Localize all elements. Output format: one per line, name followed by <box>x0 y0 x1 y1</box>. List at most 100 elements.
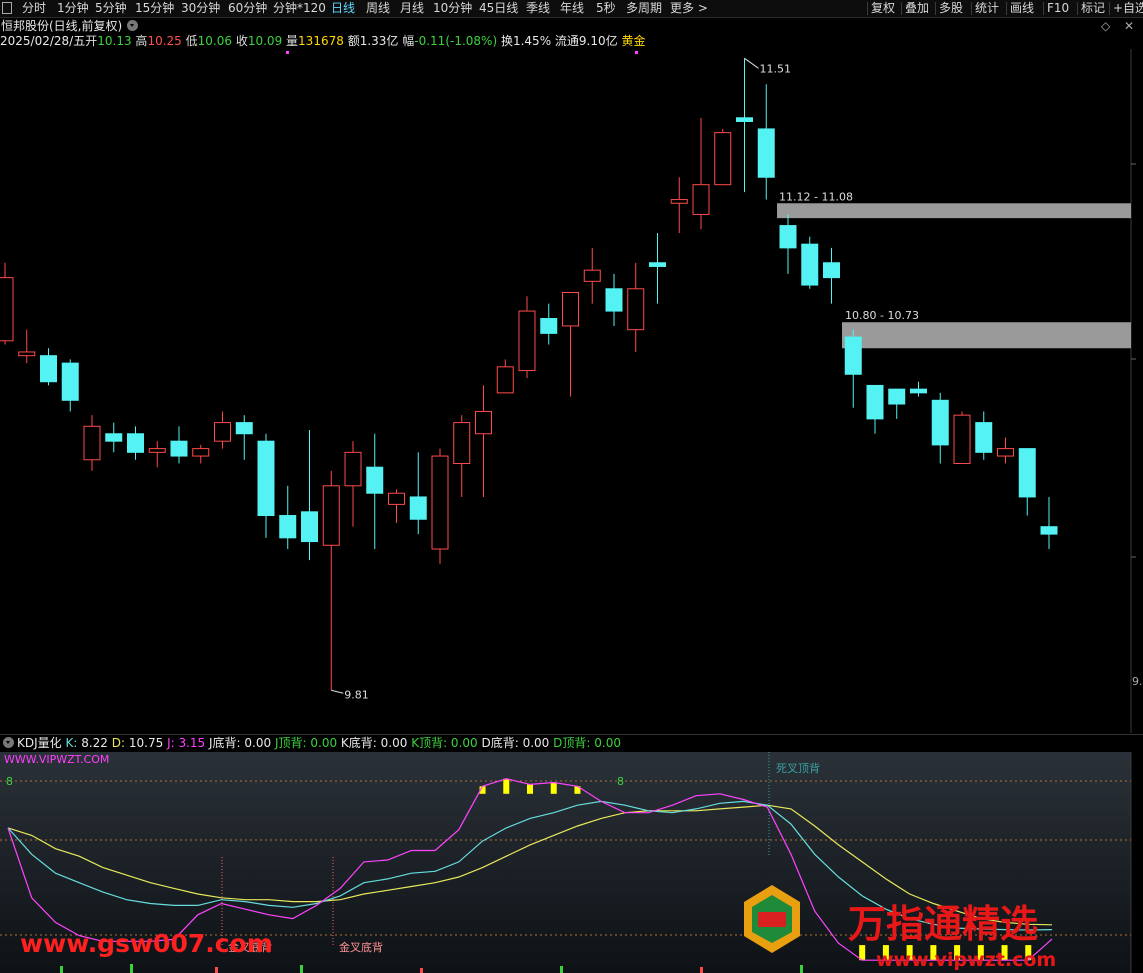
indicator-menu-icon[interactable] <box>3 737 14 748</box>
toolbar-divider <box>935 2 936 15</box>
site-label: WWW.VIPWZT.COM <box>4 753 109 766</box>
quote-date: 2025/02/28/五 <box>0 34 86 48</box>
period-tab[interactable]: 周线 <box>366 0 390 16</box>
candlestick-chart[interactable]: 9. 11.12 - 11.08 10.80 - 10.73 11.51 9.81 <box>0 49 1143 733</box>
toolbar-button[interactable]: 叠加 <box>905 0 929 16</box>
candle-body <box>975 422 993 453</box>
candle-body <box>518 310 536 372</box>
change-label: 幅 <box>402 34 415 48</box>
high-label: 高 <box>135 34 148 48</box>
j-value: 3.15 <box>178 736 206 750</box>
candle-body <box>322 485 340 546</box>
candle-body <box>453 422 471 464</box>
candle-body <box>235 422 253 435</box>
close-icon[interactable]: ✕ <box>1124 18 1134 34</box>
period-tab[interactable]: 5秒 <box>596 0 616 16</box>
diamond-icon[interactable]: ◇ <box>1101 18 1110 34</box>
period-tab[interactable]: 日线 <box>331 0 355 16</box>
candle-body <box>18 351 36 357</box>
stock-title[interactable]: 恒邦股份(日线,前复权) <box>1 18 122 34</box>
low-value: 10.06 <box>197 34 232 48</box>
j-label: J: <box>167 736 179 750</box>
candle-body <box>105 433 123 442</box>
candle-body <box>148 448 166 453</box>
candle-body <box>670 199 688 204</box>
candle-body <box>910 388 927 394</box>
candle-body <box>1018 448 1036 498</box>
high-arrow <box>744 57 759 69</box>
period-tab[interactable]: 多周期 <box>626 0 662 16</box>
indicator-name[interactable]: KDJ量化 <box>17 736 62 750</box>
candle-body <box>344 451 362 487</box>
period-tab[interactable]: 分时 <box>22 0 46 16</box>
toolbar-menu-icon[interactable] <box>2 0 14 18</box>
period-tab[interactable]: 年线 <box>560 0 584 16</box>
chevron-down-icon[interactable] <box>127 20 138 31</box>
overbought-bar <box>527 784 533 794</box>
toolbar-divider <box>1109 2 1110 15</box>
d-value: 10.75 <box>128 736 164 750</box>
toolbar-button[interactable]: 标记 <box>1081 0 1105 16</box>
period-tab[interactable]: 更多 > <box>670 0 708 16</box>
candle-body <box>953 414 971 464</box>
overbought-mark: 8 <box>6 775 13 788</box>
k-value: 8.22 <box>81 736 108 750</box>
candle-body <box>562 291 579 327</box>
toolbar-button[interactable]: 画线 <box>1010 0 1034 16</box>
volume-value: 131678 <box>298 34 344 48</box>
toolbar-button[interactable]: 复权 <box>871 0 895 16</box>
high-value: 10.25 <box>147 34 182 48</box>
candle-body <box>997 448 1014 457</box>
candle-body <box>779 225 797 249</box>
k-bottom-value: K底背: 0.00 <box>340 736 408 750</box>
d-top-value: D顶背: 0.00 <box>553 736 621 750</box>
toolbar-divider <box>901 2 902 15</box>
toolbar-button[interactable]: 统计 <box>975 0 999 16</box>
period-tab[interactable]: 30分钟 <box>181 0 220 16</box>
resistance-zone-label: 10.80 - 10.73 <box>845 309 919 322</box>
candle-body <box>366 466 384 494</box>
period-tab[interactable]: 15分钟 <box>135 0 174 16</box>
period-tab[interactable]: 5分钟 <box>95 0 127 16</box>
toolbar-button[interactable]: F10 <box>1047 0 1069 16</box>
sector-tag[interactable]: 黄金 <box>621 34 645 48</box>
low-arrow <box>331 689 344 694</box>
toolbar-button[interactable]: +自选 <box>1113 0 1143 16</box>
toolbar-button[interactable]: 多股 <box>939 0 963 16</box>
candle-body <box>692 184 710 215</box>
candle-body <box>192 448 210 457</box>
period-tab[interactable]: 月线 <box>400 0 424 16</box>
toolbar-divider <box>971 2 972 15</box>
candle-body <box>388 492 405 505</box>
open-value: 10.13 <box>97 34 132 48</box>
period-tab[interactable]: 季线 <box>526 0 550 16</box>
candle-body <box>279 515 297 539</box>
period-tab[interactable]: 分钟*120 <box>273 0 326 16</box>
close-label: 收 <box>235 34 248 48</box>
kdj-indicator-chart[interactable]: WWW.VIPWZT.COM 8 8 死叉顶背 金叉底背 金叉底背 www.gs… <box>0 752 1143 973</box>
low-label: 低 <box>185 34 198 48</box>
period-tab[interactable]: 1分钟 <box>57 0 89 16</box>
resistance-zone <box>842 322 1131 349</box>
candle-body <box>257 440 275 517</box>
overbought-bar <box>550 782 557 794</box>
j-bottom-value: J底背: 0.00 <box>209 736 272 750</box>
period-tab[interactable]: 10分钟 <box>433 0 472 16</box>
candle-body <box>496 366 514 394</box>
candle-body <box>888 388 906 405</box>
overbought-bar <box>503 778 510 794</box>
k-top-value: K顶背: 0.00 <box>411 736 478 750</box>
candle-body <box>801 243 819 286</box>
toolbar-divider <box>1077 2 1078 15</box>
watermark-right: 万指通精选 <box>848 902 1038 946</box>
candle-body <box>475 410 492 435</box>
turnover-value: 换1.45% <box>500 34 552 48</box>
candle-body <box>40 355 57 383</box>
close-value: 10.09 <box>247 34 283 48</box>
j-top-value: J顶背: 0.00 <box>274 736 338 750</box>
period-tab[interactable]: 60分钟 <box>228 0 267 16</box>
watermark-left: www.gsw007.com <box>20 929 273 958</box>
candle-body <box>301 511 318 543</box>
period-tab[interactable]: 45日线 <box>479 0 518 16</box>
candle-body <box>627 288 645 331</box>
